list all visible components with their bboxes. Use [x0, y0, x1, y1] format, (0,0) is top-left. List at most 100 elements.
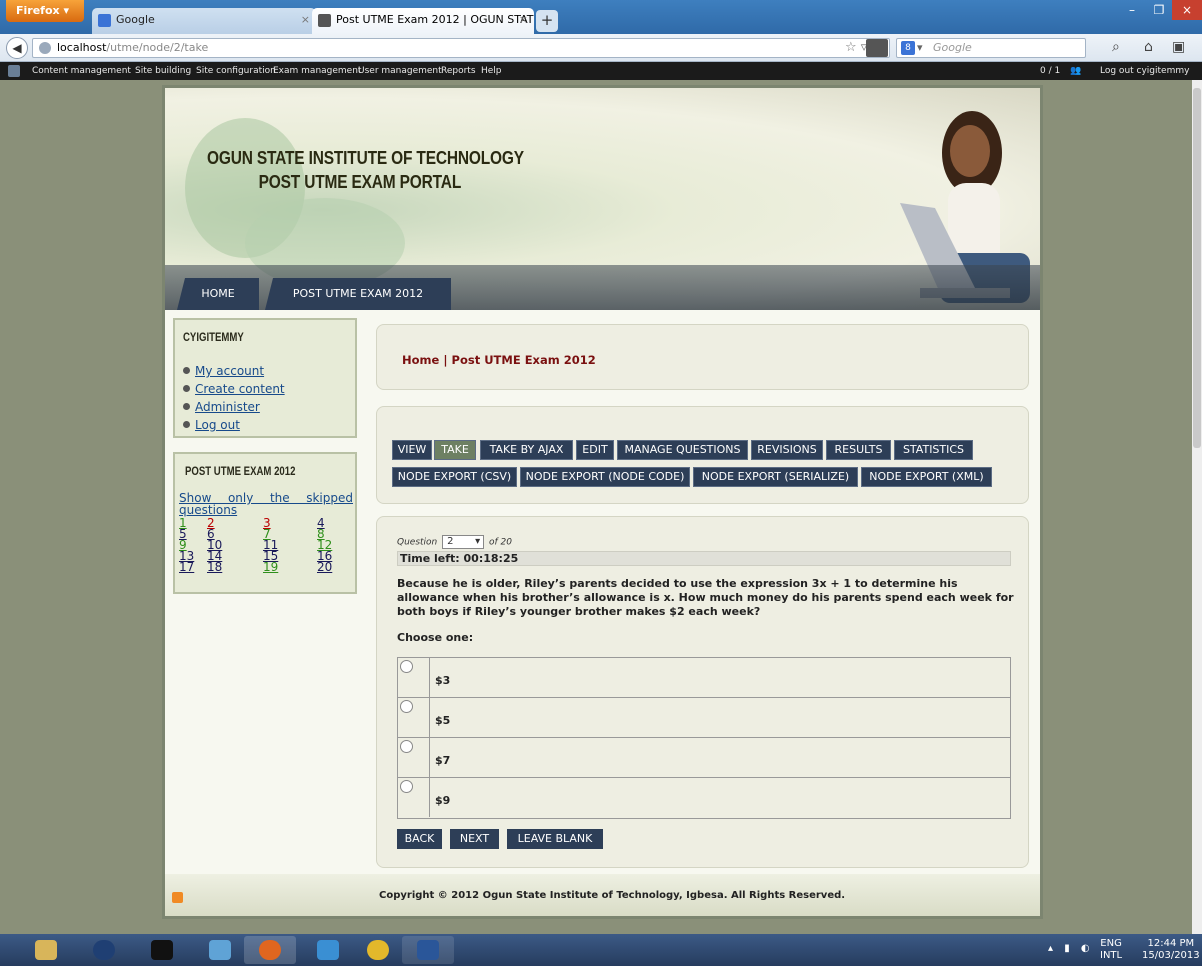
question-number-select[interactable]: 2 ▾: [442, 535, 485, 549]
admin-menu-exam-management[interactable]: Exam management: [273, 62, 361, 80]
back-button[interactable]: BACK: [397, 829, 442, 849]
url-path: /utme/node/2/take: [106, 41, 209, 54]
system-clock[interactable]: 12:44 PM 15/03/2013: [1142, 938, 1200, 962]
admin-user-count: 0 / 1: [1040, 66, 1061, 76]
tab-post-utme-exam-2012[interactable]: POST UTME EXAM 2012: [265, 278, 451, 310]
admin-menu-user-management[interactable]: User management: [358, 62, 442, 80]
taskbar-chrome[interactable]: [352, 936, 404, 964]
manage-questions-tab[interactable]: MANAGE QUESTIONS: [617, 440, 748, 460]
answer-radio[interactable]: [400, 740, 413, 753]
taskbar-hp[interactable]: [78, 936, 130, 964]
answer-options-table: $3 $5 $7 $9: [397, 657, 1011, 819]
my-account-link[interactable]: My account: [195, 364, 264, 378]
question-text: Because he is older, Riley’s parents dec…: [397, 577, 1014, 618]
new-tab-button[interactable]: +: [536, 10, 558, 32]
answer-label[interactable]: $3: [435, 674, 450, 687]
taskbar-control-panel[interactable]: [194, 936, 246, 964]
page-scrollbar[interactable]: [1192, 80, 1202, 934]
addon-icon[interactable]: [866, 39, 888, 57]
browser-titlebar: Firefox ▾ Google × Post UTME Exam 2012 |…: [0, 0, 1202, 34]
admin-menu-help[interactable]: Help: [481, 62, 502, 80]
answer-label[interactable]: $7: [435, 754, 450, 767]
google-search-engine-icon[interactable]: 8: [901, 41, 915, 55]
back-arrow-icon[interactable]: ◀: [6, 37, 28, 59]
answer-radio[interactable]: [400, 660, 413, 673]
tab-close-icon[interactable]: ×: [301, 13, 310, 26]
edit-tab[interactable]: EDIT: [576, 440, 614, 460]
tab-google[interactable]: Google ×: [92, 8, 316, 34]
answer-label[interactable]: $9: [435, 794, 450, 807]
search-engine-dropdown-icon[interactable]: ▾: [917, 39, 923, 57]
extension-menu-icon[interactable]: ▣: [1172, 39, 1185, 55]
answer-radio[interactable]: [400, 780, 413, 793]
answer-label[interactable]: $5: [435, 714, 450, 727]
home-icon[interactable]: ⌂: [1144, 39, 1153, 55]
firefox-menu-button[interactable]: Firefox ▾: [6, 0, 84, 22]
taskbar-explorer[interactable]: [20, 936, 72, 964]
user-menu-item[interactable]: Administer: [183, 398, 285, 416]
system-tray-icons[interactable]: ▴ ▮ ◐: [1048, 943, 1094, 954]
node-export-xml-tab[interactable]: NODE EXPORT (XML): [861, 467, 992, 487]
node-export-serialize-tab[interactable]: NODE EXPORT (SERIALIZE): [693, 467, 858, 487]
node-export-csv-tab[interactable]: NODE EXPORT (CSV): [392, 467, 517, 487]
tab-exam[interactable]: Post UTME Exam 2012 | OGUN STATE... ×: [312, 8, 534, 34]
close-window-button[interactable]: ×: [1172, 0, 1202, 20]
language-indicator[interactable]: ENG INTL: [1100, 938, 1122, 962]
question-counter: Question 2 ▾ of 20: [397, 535, 512, 549]
user-menu-item[interactable]: Log out: [183, 416, 285, 434]
answer-option[interactable]: $7: [398, 738, 1010, 778]
admin-menu-reports[interactable]: Reports: [441, 62, 476, 80]
taskbar-app[interactable]: [302, 936, 354, 964]
user-menu-item[interactable]: My account: [183, 362, 285, 380]
node-export-node-code-tab[interactable]: NODE EXPORT (NODE CODE): [520, 467, 690, 487]
breadcrumb-current-link[interactable]: Post UTME Exam 2012: [452, 353, 596, 367]
answer-option[interactable]: $5: [398, 698, 1010, 738]
taskbar-firefox[interactable]: [244, 936, 296, 964]
rss-feed-icon[interactable]: [172, 892, 183, 903]
admin-logout-link[interactable]: Log out cyigitemmy: [1100, 62, 1189, 80]
firefox-icon: [259, 940, 281, 960]
admin-menu-content-management[interactable]: Content management: [32, 62, 131, 80]
create-content-link[interactable]: Create content: [195, 382, 285, 396]
answer-option[interactable]: $3: [398, 658, 1010, 698]
admin-menu-site-configuration[interactable]: Site configuration: [196, 62, 276, 80]
view-tab[interactable]: VIEW: [392, 440, 432, 460]
next-button[interactable]: NEXT: [450, 829, 499, 849]
scrollbar-thumb[interactable]: [1193, 88, 1201, 448]
bookmark-star-icon[interactable]: ☆ ▿: [845, 39, 867, 57]
site-title: OGUN STATE INSTITUTE OF TECHNOLOGY POST …: [207, 146, 551, 194]
search-field[interactable]: 8 ▾ Google: [896, 38, 1086, 58]
user-menu-item[interactable]: Create content: [183, 380, 285, 398]
drupal-home-icon[interactable]: [8, 65, 20, 77]
minimize-button[interactable]: –: [1118, 0, 1146, 20]
answer-radio[interactable]: [400, 700, 413, 713]
question-number-link[interactable]: 19: [263, 561, 278, 573]
take-tab[interactable]: TAKE: [434, 440, 476, 460]
show-skipped-questions-link[interactable]: Show only the skipped questions: [179, 492, 353, 516]
tab-home[interactable]: HOME: [177, 278, 259, 310]
administer-link[interactable]: Administer: [195, 400, 260, 414]
question-number-link[interactable]: 20: [317, 561, 332, 573]
quiz-block-title: POST UTME EXAM 2012: [185, 464, 296, 478]
revisions-tab[interactable]: REVISIONS: [751, 440, 823, 460]
answer-option[interactable]: $9: [398, 778, 1010, 818]
take-by-ajax-tab[interactable]: TAKE BY AJAX: [480, 440, 573, 460]
tab-close-icon[interactable]: ×: [519, 13, 528, 26]
admin-menu-site-building[interactable]: Site building: [135, 62, 191, 80]
address-bar[interactable]: localhost/utme/node/2/take ☆ ▿ ↻: [32, 38, 890, 58]
google-favicon-icon: [98, 14, 111, 27]
results-tab[interactable]: RESULTS: [826, 440, 891, 460]
taskbar-word[interactable]: [402, 936, 454, 964]
leave-blank-button[interactable]: LEAVE BLANK: [507, 829, 603, 849]
page-container: OGUN STATE INSTITUTE OF TECHNOLOGY POST …: [162, 85, 1043, 919]
chrome-icon: [367, 940, 389, 960]
user-block: CYIGITEMMY My account Create content Adm…: [173, 318, 357, 438]
question-number-link[interactable]: 18: [207, 561, 222, 573]
log-out-link[interactable]: Log out: [195, 418, 240, 432]
breadcrumb-home-link[interactable]: Home: [402, 353, 439, 367]
statistics-tab[interactable]: STATISTICS: [894, 440, 973, 460]
search-go-icon[interactable]: ⌕: [1112, 39, 1120, 55]
maximize-button[interactable]: ❐: [1146, 0, 1172, 20]
question-number-link[interactable]: 17: [179, 561, 194, 573]
taskbar-command-prompt[interactable]: [136, 936, 188, 964]
